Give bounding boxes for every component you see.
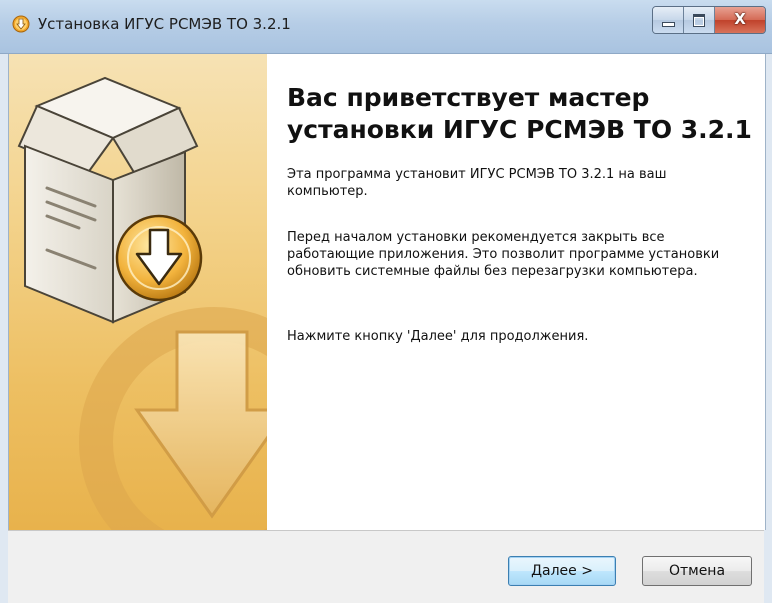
maximize-icon — [693, 14, 705, 27]
window-controls: X — [652, 6, 766, 34]
minimize-button[interactable] — [653, 7, 684, 33]
continue-instruction: Нажмите кнопку 'Далее' для продолжения. — [287, 329, 589, 344]
wizard-content: Вас приветствует мастер установки ИГУС Р… — [8, 54, 766, 530]
welcome-heading: Вас приветствует мастер установки ИГУС Р… — [287, 83, 752, 144]
minimize-icon — [662, 22, 675, 27]
close-icon: X — [734, 10, 746, 28]
window-title: Установка ИГУС РСМЭВ ТО 3.2.1 — [38, 15, 291, 33]
intro-paragraph: Эта программа установит ИГУС РСМЭВ ТО 3.… — [287, 167, 667, 199]
wizard-main-panel: Вас приветствует мастер установки ИГУС Р… — [267, 54, 765, 530]
maximize-button[interactable] — [684, 7, 715, 33]
cancel-button[interactable]: Отмена — [642, 556, 752, 586]
background-download-arrow — [134, 330, 267, 519]
title-bar[interactable]: Установка ИГУС РСМЭВ ТО 3.2.1 X — [0, 0, 772, 54]
wizard-side-panel — [9, 54, 267, 530]
close-button[interactable]: X — [715, 7, 765, 33]
wizard-button-bar: Далее > Отмена — [8, 530, 764, 603]
installer-window: Установка ИГУС РСМЭВ ТО 3.2.1 X Вас прив… — [0, 0, 772, 603]
next-button[interactable]: Далее > — [508, 556, 616, 586]
close-apps-paragraph: Перед началом установки рекомендуется за… — [287, 230, 720, 279]
installer-box-illustration — [17, 76, 267, 530]
installer-app-icon — [12, 15, 30, 33]
